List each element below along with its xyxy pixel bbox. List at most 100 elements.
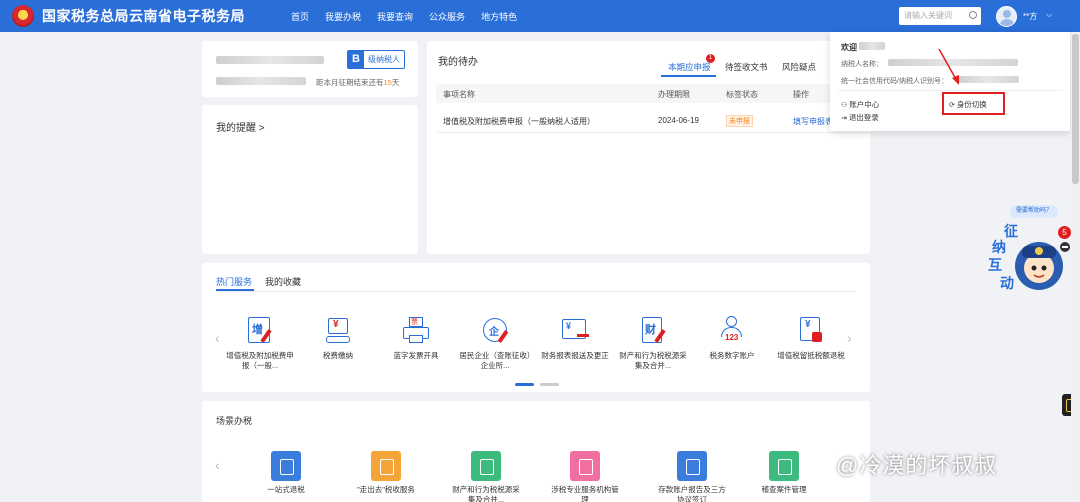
search-icon[interactable] <box>969 11 977 19</box>
todo-title: 我的待办 <box>438 57 478 68</box>
company-name-redacted <box>216 56 324 64</box>
fill-declaration-link[interactable]: 填写申报表 <box>793 116 833 127</box>
chevron-down-icon[interactable]: ⌵ <box>1046 10 1052 20</box>
tab-my-favorites[interactable]: 我的收藏 <box>265 275 301 288</box>
account-center-item[interactable]: ⚇ 账户中心 <box>841 99 879 110</box>
assistant-char: 互 <box>988 258 1002 274</box>
tax-payment-icon: ¥ <box>322 315 354 347</box>
carousel-dot[interactable] <box>540 383 559 386</box>
tab-risk[interactable]: 风险疑点 <box>782 61 816 73</box>
tabs-divider <box>216 291 856 292</box>
scene-item-deposit-account[interactable]: 存款账户报告及三方协议签订 <box>656 451 728 502</box>
service-item-enterprise-income[interactable]: 企 居民企业（查账征收）企业所... <box>459 315 531 371</box>
nav-handle-tax[interactable]: 我要办税 <box>317 10 369 23</box>
service-item-vat-declare[interactable]: 增 增值税及附加税费申报（一般... <box>224 315 296 371</box>
bank-icon <box>677 451 707 481</box>
tax-emblem-logo <box>12 5 34 27</box>
todo-table-header: 事项名称 办理期限 标签状态 操作 <box>436 84 869 103</box>
greeting: 欢迎 <box>841 43 857 52</box>
icon-glyph: ¥ <box>805 319 811 330</box>
icon-glyph: 增 <box>252 324 263 336</box>
deadline-countdown: 距本月征期结束还有15天 <box>316 77 399 88</box>
avatar[interactable] <box>996 6 1017 27</box>
logout-icon: ⇥ <box>841 115 849 122</box>
vat-icon: 增 <box>244 315 276 347</box>
scene-label: 一站式退税 <box>267 485 305 494</box>
minimize-icon[interactable] <box>1060 242 1070 252</box>
credit-code-redacted <box>957 76 1019 83</box>
service-label: 税费缴纳 <box>323 351 353 360</box>
scene-item-inspection[interactable]: 稽查案件管理 <box>748 451 820 495</box>
menu-divider <box>838 90 1062 91</box>
icon-glyph: 财 <box>645 324 656 336</box>
scrollbar-thumb[interactable] <box>1072 34 1079 184</box>
level-letter: B <box>348 51 364 68</box>
service-item-financial-report[interactable]: ¥ 财务报表报送及更正 <box>539 315 611 361</box>
logout-label: 退出登录 <box>848 113 879 122</box>
service-label: 税务数字账户 <box>709 351 755 360</box>
vat-refund-icon: ¥ <box>795 315 827 347</box>
tab-badge: 1 <box>706 54 715 63</box>
main-nav: 首页 我要办税 我要查询 公众服务 地方特色 <box>283 10 525 23</box>
tab-documents[interactable]: 待签收文书 <box>725 61 768 73</box>
tax-id-redacted <box>216 77 306 85</box>
document-icon <box>471 451 501 481</box>
refund-icon <box>271 451 301 481</box>
icon-glyph: 123 <box>725 333 739 342</box>
user-name[interactable]: **方 <box>1023 11 1037 22</box>
tab-current-declare[interactable]: 本期应申报 <box>668 61 711 73</box>
assistant-badge: 5 <box>1058 226 1071 239</box>
level-text: 级纳税人 <box>368 55 400 64</box>
reminder-title[interactable]: 我的提醒 > <box>216 119 265 134</box>
service-label: 居民企业（查账征收）企业所... <box>459 351 531 370</box>
scene-item-property-tax[interactable]: 财产和行为税税源采集及合并... <box>450 451 522 502</box>
scene-label: "走出去"税收服务 <box>357 485 415 494</box>
service-item-digital-account[interactable]: 123 税务数字账户 <box>696 315 768 361</box>
assistant-char: 纳 <box>992 239 1006 256</box>
service-label: 财务报表报送及更正 <box>541 351 609 360</box>
site-title: 国家税务总局云南省电子税务局 <box>42 8 245 24</box>
scrollbar[interactable] <box>1071 32 1080 502</box>
annotation-arrow <box>938 48 959 85</box>
taxpayer-level-badge: B 级纳税人 <box>347 50 405 69</box>
scene-label: 财产和行为税税源采集及合并... <box>452 485 520 502</box>
top-navbar: 国家税务总局云南省电子税务局 首页 我要办税 我要查询 公众服务 地方特色 请输… <box>0 0 1080 32</box>
nav-local-feature[interactable]: 地方特色 <box>473 10 525 23</box>
assistant-mascot-icon[interactable]: 征 纳 互 动 <box>984 222 1066 297</box>
service-label: 增值税及附加税费申报（一般... <box>226 351 294 370</box>
tab-hot-services[interactable]: 热门服务 <box>216 275 252 288</box>
scene-item-going-abroad[interactable]: "走出去"税收服务 <box>350 451 422 495</box>
chevron-left-icon[interactable]: ‹ <box>215 330 220 346</box>
digital-account-icon: 123 <box>716 315 748 347</box>
nav-query[interactable]: 我要查询 <box>369 10 421 23</box>
search-input[interactable]: 请输入关键词 <box>899 7 981 25</box>
service-item-vat-refund[interactable]: ¥ 增值税留抵税额退税 <box>775 315 847 361</box>
deadline-days: 15 <box>383 78 392 87</box>
help-bubble[interactable]: 需要帮助吗？ <box>1010 205 1058 218</box>
credit-code-label: 统一社会信用代码/纳税人识别号： <box>841 78 948 85</box>
enterprise-icon: 企 <box>479 315 511 347</box>
assistant-char: 动 <box>1000 275 1014 292</box>
service-item-property-tax[interactable]: 财 财产和行为税税源采集及合并... <box>617 315 689 371</box>
chevron-right-icon[interactable]: › <box>847 330 852 346</box>
active-tab-underline <box>661 75 716 77</box>
taxpayer-name-label: 纳税人名称： <box>841 61 883 68</box>
carousel-dot-active[interactable] <box>515 383 534 386</box>
col-deadline: 办理期限 <box>658 90 690 99</box>
scene-label: 涉税专业服务机构管理 <box>551 485 619 502</box>
scene-item-agency[interactable]: 涉税专业服务机构管理 <box>549 451 621 502</box>
service-item-tax-payment[interactable]: ¥ 税费缴纳 <box>302 315 374 361</box>
row-deadline: 2024-06-19 <box>658 116 699 125</box>
logout-item[interactable]: ⇥ 退出登录 <box>841 112 879 123</box>
watermark: @冷漠的坏叔叔 <box>836 453 998 478</box>
service-label: 财产和行为税税源采集及合并... <box>619 351 687 370</box>
scene-item-refund[interactable]: 一站式退税 <box>250 451 322 495</box>
deadline-suffix: 天 <box>391 78 400 87</box>
nav-public-service[interactable]: 公众服务 <box>421 10 473 23</box>
chevron-left-icon[interactable]: ‹ <box>215 457 220 473</box>
nav-home[interactable]: 首页 <box>283 10 317 23</box>
service-item-invoice[interactable]: 票 蓝字发票开具 <box>380 315 452 361</box>
scene-title: 场景办税 <box>216 416 253 426</box>
row-item-name: 增值税及附加税费申报（一般纳税人适用） <box>443 117 595 126</box>
tax-icon <box>371 451 401 481</box>
